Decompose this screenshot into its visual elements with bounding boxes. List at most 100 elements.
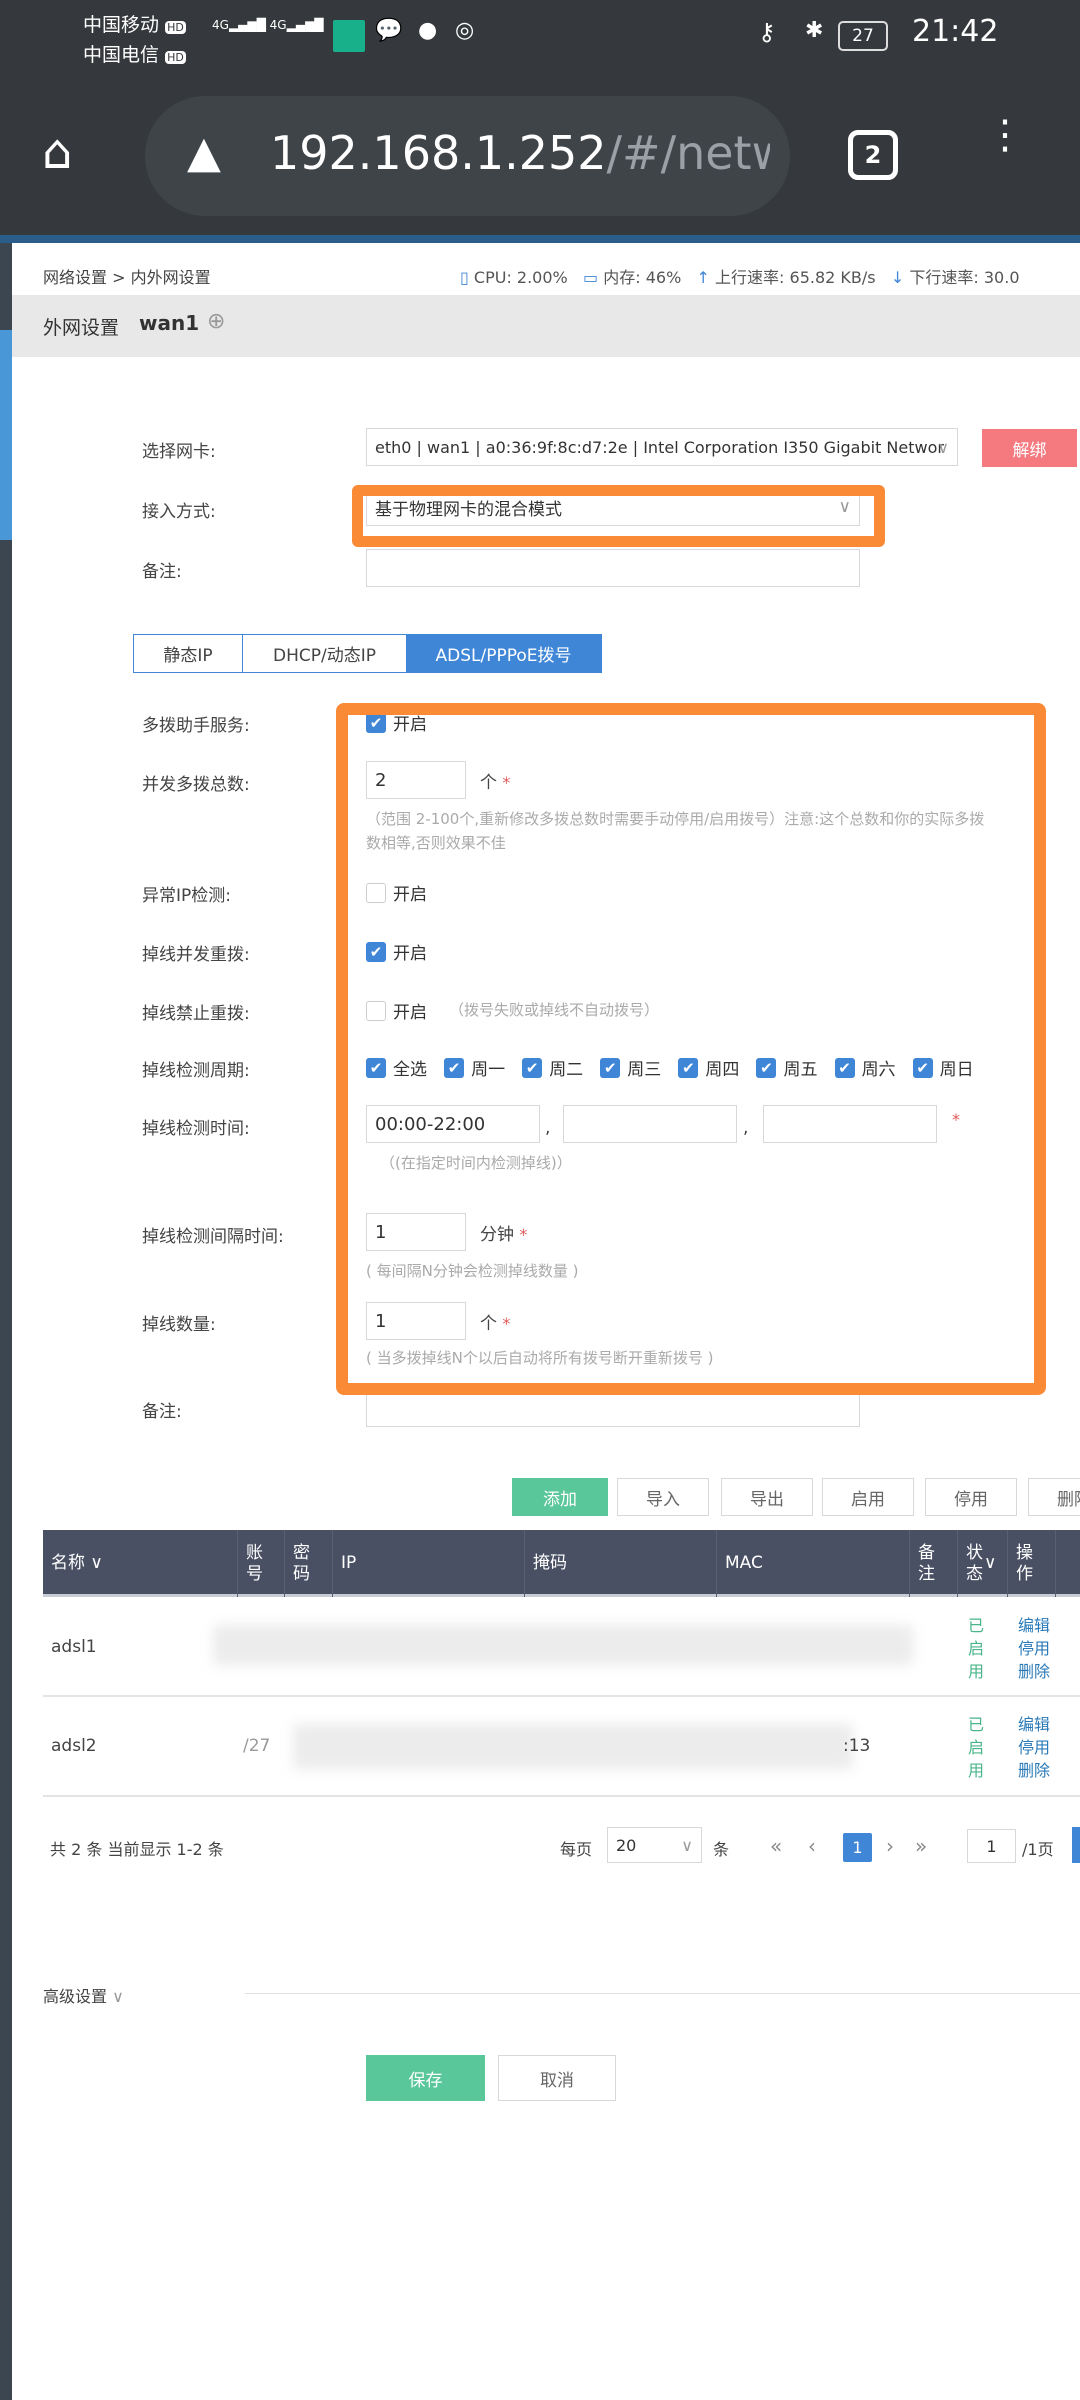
page-1-button[interactable]: 1 (843, 1833, 872, 1862)
row-actions: 编辑 停用 删除 (1018, 1614, 1050, 1683)
cycle-label: 掉线检测周期: (142, 1061, 250, 1081)
no-redial-label: 掉线禁止重拨: (142, 1004, 250, 1024)
home-icon[interactable]: ⌂ (42, 128, 72, 176)
redacted-area (213, 1625, 913, 1665)
carrier-1: 中国移动 HD (83, 10, 186, 37)
cancel-button[interactable]: 取消 (498, 2055, 616, 2101)
tab-dhcp[interactable]: DHCP/动态IP (243, 635, 406, 672)
wechat-icon: 💬 (375, 18, 403, 43)
warning-icon[interactable]: ▲ (187, 128, 221, 178)
table-row: adsl1 已启用 编辑 停用 删除 (43, 1600, 1080, 1697)
col-mask: 掩码 (525, 1530, 717, 1597)
notification-icon: ◎ (455, 18, 475, 43)
edit-link[interactable]: 编辑 (1018, 1614, 1050, 1637)
remark-label: 备注: (142, 562, 182, 582)
key-icon: ⚷ (758, 18, 776, 46)
col-ip: IP (333, 1530, 525, 1597)
sidebar-active-item[interactable] (0, 330, 12, 540)
menu-icon[interactable]: ⋮ (985, 115, 1025, 155)
tab-count-button[interactable]: 2 (848, 130, 898, 180)
save-button[interactable]: 保存 (366, 2055, 485, 2101)
time-label: 掉线检测时间: (142, 1119, 250, 1139)
delete-button[interactable]: 删除 (1028, 1478, 1080, 1516)
address-bar[interactable]: ▲ 192.168.1.252/#/netwo (145, 96, 790, 216)
wan-name: wan1 (139, 311, 200, 335)
edit-link[interactable]: 编辑 (1018, 1713, 1050, 1736)
cpu-icon: ▯ (460, 268, 469, 287)
cpu-usage: CPU: 2.00% (473, 268, 568, 287)
add-button[interactable]: 添加 (512, 1478, 608, 1516)
col-account: 账号 (238, 1530, 285, 1597)
system-and-browser-bar: 中国移动 HD 中国电信 HD 4G▂▄▆█ 4G▂▄▆█ 💬 ● ◎ ⚷ ✱ … (0, 0, 1080, 235)
download-rate: 下行速率: 30.0 (909, 268, 1020, 287)
row-name: adsl1 (51, 1637, 97, 1657)
disable-link[interactable]: 停用 (1018, 1637, 1050, 1660)
arrow-down-icon: ↓ (890, 268, 905, 287)
hd-badge: HD (165, 51, 186, 64)
qq-icon: ● (418, 18, 438, 43)
unbind-button[interactable]: 解绑 (982, 429, 1077, 467)
row-actions: 编辑 停用 删除 (1018, 1713, 1050, 1782)
col-name[interactable]: 名称 ∨ (43, 1530, 238, 1597)
enable-button[interactable]: 启用 (822, 1478, 914, 1516)
redacted-area (293, 1724, 853, 1769)
add-wan-icon[interactable]: ⊕ (207, 309, 225, 334)
remark-2-label: 备注: (142, 1402, 182, 1422)
url-text[interactable]: 192.168.1.252/#/netwo (270, 126, 770, 180)
delete-link[interactable]: 删除 (1018, 1660, 1050, 1683)
advanced-toggle[interactable]: 高级设置 ∨ (43, 1983, 124, 2007)
pager-summary: 共 2 条 当前显示 1-2 条 (50, 1840, 224, 1859)
carrier-2-name: 中国电信 (83, 44, 160, 66)
col-status[interactable]: 状态 ∨ (958, 1530, 1008, 1597)
access-label: 接入方式: (142, 502, 216, 522)
hd-badge: HD (165, 21, 186, 34)
count-label: 掉线数量: (142, 1315, 216, 1335)
row-name: adsl2 (51, 1736, 97, 1756)
upload-rate: 上行速率: 65.82 KB/s (715, 268, 876, 287)
highlight-box (352, 485, 885, 547)
nic-select[interactable]: eth0 | wan1 | a0:36:9f:8c:d7:2e | Intel … (366, 428, 958, 466)
import-button[interactable]: 导入 (617, 1478, 709, 1516)
col-mac: MAC (717, 1530, 910, 1597)
total-label: 并发多拨总数: (142, 775, 250, 795)
col-remark: 备注 (910, 1530, 958, 1597)
redial-label: 掉线并发重拨: (142, 945, 250, 965)
goto-page-input[interactable]: 1 (967, 1829, 1016, 1863)
prev-page-icon[interactable]: ‹ (808, 1834, 816, 1858)
col-actions: 操作 (1008, 1530, 1056, 1597)
bluetooth-icon: ✱ (805, 18, 824, 43)
disable-button[interactable]: 停用 (925, 1478, 1017, 1516)
mi-app-icon (333, 20, 365, 52)
col-password: 密码 (285, 1530, 333, 1597)
tab-static-ip[interactable]: 静态IP (134, 635, 243, 672)
abnormal-ip-label: 异常IP检测: (142, 886, 231, 906)
disable-link[interactable]: 停用 (1018, 1736, 1050, 1759)
tab-pppoe[interactable]: ADSL/PPPoE拨号 (406, 635, 601, 672)
remark-input[interactable] (366, 549, 860, 587)
breadcrumb: 网络设置 > 内外网设置 (43, 268, 211, 287)
signal-icon: 4G▂▄▆█ 4G▂▄▆█ (212, 18, 324, 32)
delete-link[interactable]: 删除 (1018, 1759, 1050, 1782)
section-header: 外网设置 wan1 ⊕ (12, 295, 1080, 357)
helper-label: 多拨助手服务: (142, 716, 250, 736)
total-pages: /1页 (1022, 1840, 1054, 1859)
export-button[interactable]: 导出 (721, 1478, 813, 1516)
last-page-icon[interactable]: » (915, 1834, 927, 1858)
page-size-select[interactable]: 20 ∨ (607, 1827, 702, 1863)
system-stats: ▯ CPU: 2.00% ▭ 内存: 46% ↑ 上行速率: 65.82 KB/… (460, 264, 1020, 288)
memory-usage: 内存: 46% (603, 268, 682, 287)
carrier-2: 中国电信 HD (83, 40, 186, 67)
carrier-1-name: 中国移动 (83, 14, 160, 36)
row-mac: :13 (843, 1736, 871, 1756)
section-title: 外网设置 (43, 317, 120, 339)
per-page-label: 每页 (560, 1840, 593, 1859)
go-button[interactable] (1072, 1827, 1080, 1863)
first-page-icon[interactable]: « (770, 1834, 782, 1858)
sidebar (0, 243, 12, 2400)
row-status: 已启用 (968, 1715, 985, 1780)
nic-label: 选择网卡: (142, 442, 216, 462)
next-page-icon[interactable]: › (886, 1834, 894, 1858)
memory-icon: ▭ (583, 268, 599, 287)
per-page-unit: 条 (713, 1840, 730, 1859)
battery-icon: 27 (838, 21, 888, 51)
